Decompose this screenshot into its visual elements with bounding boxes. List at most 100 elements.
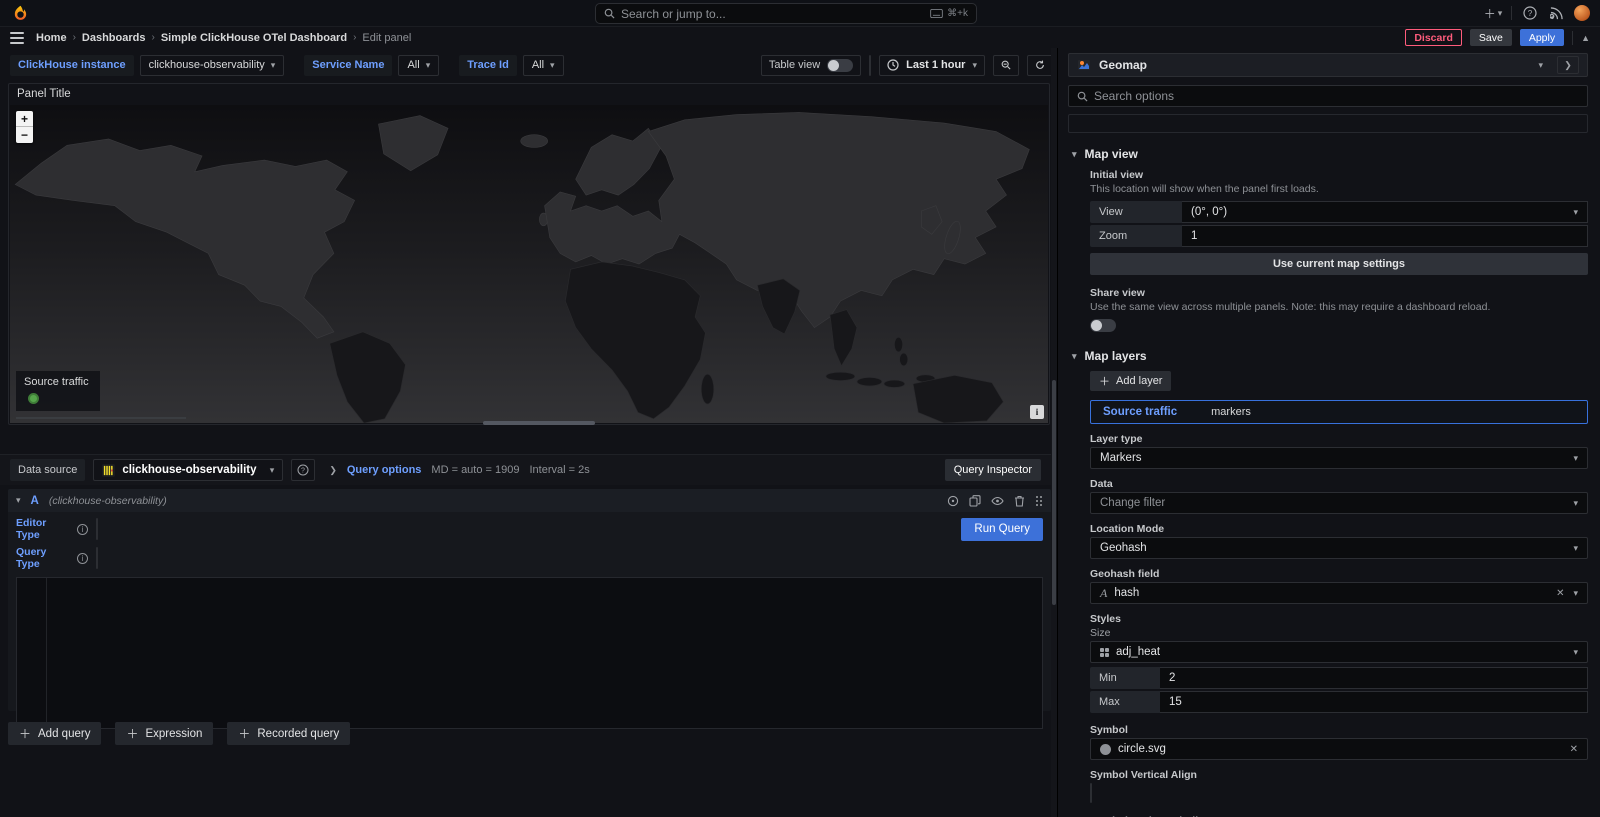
refresh-button[interactable]	[1027, 55, 1053, 76]
breadcrumb-item: Edit panel	[362, 32, 411, 44]
dashboard-variables-row: ClickHouse instance clickhouse-observabi…	[0, 48, 1063, 82]
add-layer-button[interactable]: ＋Add layer	[1090, 371, 1171, 391]
world-map[interactable]: + − Source traffic i	[10, 105, 1048, 423]
chevron-down-icon: ▾	[1538, 60, 1543, 71]
horizontal-scrollbar[interactable]	[483, 421, 595, 425]
symbol-select[interactable]: circle.svg ✕	[1090, 738, 1588, 760]
editor-type-segment	[96, 518, 98, 540]
panel-title[interactable]: Panel Title	[9, 84, 1049, 104]
query-options-chevron[interactable]: ❯	[329, 465, 337, 476]
geohash-field-select[interactable]: A hash ✕▾	[1090, 582, 1588, 604]
max-input[interactable]: 15	[1160, 691, 1588, 713]
recorded-query-button[interactable]: ＋Recorded query	[227, 722, 350, 745]
sql-editor[interactable]	[16, 577, 1043, 729]
zoom-out-time-button[interactable]	[993, 55, 1019, 76]
info-icon[interactable]: i	[77, 524, 88, 535]
field-grid-icon	[1100, 648, 1109, 657]
query-options-link[interactable]: Query options	[347, 464, 422, 476]
collapse-query-icon[interactable]: ▾	[16, 495, 21, 506]
datasource-row: Data source clickhouse-observability ▾ ?…	[0, 455, 1051, 485]
table-view-toggle[interactable]: Table view	[761, 55, 861, 76]
interval-text: Interval = 2s	[529, 464, 589, 476]
breadcrumb-item[interactable]: Dashboards	[82, 32, 146, 44]
location-mode-select[interactable]: Geohash▾	[1090, 537, 1588, 559]
hide-query-icon[interactable]	[991, 495, 1004, 507]
layer-type-select[interactable]: Markers▾	[1090, 447, 1588, 469]
map-attribution-button[interactable]: i	[1030, 405, 1044, 419]
save-button[interactable]: Save	[1470, 29, 1512, 46]
geomap-panel: Panel Title	[8, 83, 1050, 425]
map-zoom-in-button[interactable]: +	[16, 111, 33, 127]
map-zoom-out-button[interactable]: −	[16, 127, 33, 143]
query-row-header[interactable]: ▾ A (clickhouse-observability)	[8, 489, 1051, 512]
global-search-input[interactable]: Search or jump to... ⌘+k	[595, 3, 977, 24]
circle-symbol-icon	[1100, 744, 1111, 755]
info-icon[interactable]: i	[77, 553, 88, 564]
collapse-options-icon[interactable]: ▲	[1581, 33, 1590, 43]
query-actions-row: ＋Add query ＋Expression ＋Recorded query	[8, 722, 350, 745]
grafana-logo-icon[interactable]	[12, 5, 29, 22]
visualization-picker[interactable]: Geomap ▾ ❯	[1068, 53, 1588, 77]
datasource-select[interactable]: clickhouse-observability ▾	[93, 459, 283, 481]
layer-type-label: Layer type	[1090, 433, 1588, 445]
map-view-section-header[interactable]: ▾Map view	[1072, 147, 1588, 161]
size-field-select[interactable]: adj_heat▾	[1090, 641, 1588, 663]
pane-size-segment	[869, 55, 871, 76]
min-input[interactable]: 2	[1160, 667, 1588, 689]
data-select[interactable]: Change filter▾	[1090, 492, 1588, 514]
map-layers-section-header[interactable]: ▾Map layers	[1072, 349, 1588, 363]
legend-title: Source traffic	[24, 376, 92, 388]
layer-item[interactable]: Source traffic markers	[1090, 400, 1588, 424]
geomap-icon	[1077, 58, 1091, 72]
options-search-input[interactable]: Search options	[1068, 85, 1588, 107]
clear-icon[interactable]: ✕	[1556, 588, 1564, 599]
breadcrumb-separator: ›	[353, 32, 356, 43]
table-view-switch[interactable]	[827, 59, 853, 72]
news-icon[interactable]	[1548, 5, 1564, 21]
service-name-select[interactable]: All▾	[398, 55, 439, 76]
add-menu-button[interactable]: ＋▾	[1485, 5, 1501, 21]
query-history-icon[interactable]	[947, 495, 959, 507]
size-label: Size	[1090, 627, 1588, 639]
query-type-segment	[96, 547, 98, 569]
datasource-help-button[interactable]: ?	[291, 459, 315, 481]
max-datapoints-text: MD = auto = 1909	[431, 464, 519, 476]
query-inspector-button[interactable]: Query Inspector	[945, 459, 1041, 481]
datasource-label: Data source	[10, 459, 85, 481]
clickhouse-instance-select[interactable]: clickhouse-observability▾	[140, 55, 285, 76]
add-query-button[interactable]: ＋Add query	[8, 722, 101, 745]
use-current-map-settings-button[interactable]: Use current map settings	[1090, 253, 1588, 275]
run-query-button[interactable]: Run Query	[961, 518, 1043, 541]
time-range-picker[interactable]: Last 1 hour▾	[879, 55, 985, 76]
discard-button[interactable]: Discard	[1405, 29, 1462, 46]
toggle-pane-button[interactable]: ❯	[1557, 56, 1579, 74]
clock-icon	[887, 59, 899, 71]
help-icon[interactable]: ?	[1522, 5, 1538, 21]
expression-button[interactable]: ＋Expression	[115, 722, 213, 745]
share-view-label: Share view	[1090, 287, 1588, 299]
breadcrumb-item[interactable]: Simple ClickHouse OTel Dashboard	[161, 32, 347, 44]
sql-code[interactable]	[47, 578, 1042, 728]
user-avatar[interactable]	[1574, 5, 1590, 21]
view-select[interactable]: (0°, 0°)▾	[1182, 201, 1588, 223]
menu-toggle-icon[interactable]	[10, 32, 24, 44]
string-field-icon: A	[1100, 586, 1107, 601]
top-navbar: Search or jump to... ⌘+k ＋▾ ?	[0, 0, 1600, 27]
zoom-input[interactable]: 1	[1182, 225, 1588, 247]
breadcrumb-item[interactable]: Home	[36, 32, 67, 44]
zoom-field: Zoom 1	[1090, 225, 1588, 247]
trace-id-select[interactable]: All▾	[523, 55, 564, 76]
apply-button[interactable]: Apply	[1520, 29, 1564, 46]
duplicate-query-icon[interactable]	[969, 495, 981, 507]
query-tabs	[0, 429, 1051, 455]
search-icon	[604, 8, 615, 19]
visualization-name: Geomap	[1099, 58, 1147, 72]
drag-handle-icon[interactable]	[1035, 495, 1043, 507]
breadcrumb[interactable]: Home›Dashboards›Simple ClickHouse OTel D…	[36, 32, 411, 44]
clear-icon[interactable]: ✕	[1570, 744, 1578, 755]
clickhouse-instance-label: ClickHouse instance	[10, 55, 134, 76]
share-view-toggle[interactable]	[1090, 319, 1116, 332]
map-view-section: ▾Map view Initial view This location wil…	[1068, 147, 1588, 335]
zoom-out-icon	[1001, 59, 1011, 71]
delete-query-icon[interactable]	[1014, 495, 1025, 507]
